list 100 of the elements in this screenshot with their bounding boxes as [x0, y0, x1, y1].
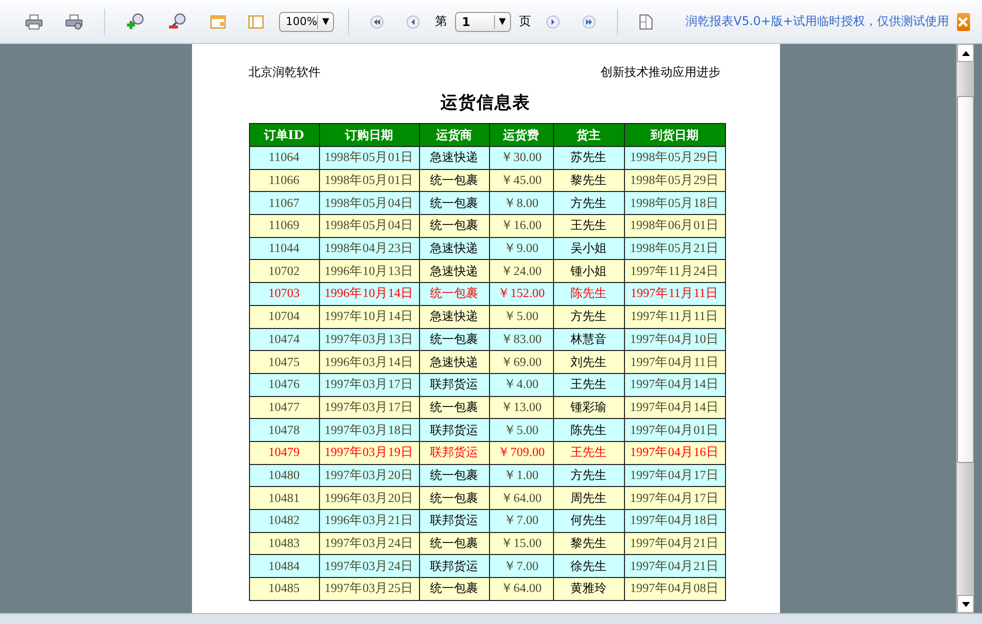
table-cell: 急速快递 [419, 305, 489, 328]
table-cell: 10477 [249, 396, 319, 419]
table-cell: 1997年04月21日 [624, 532, 725, 555]
table-cell: 10702 [249, 260, 319, 283]
table-cell: 10474 [249, 328, 319, 351]
vertical-scrollbar[interactable] [956, 44, 974, 613]
table-cell: ￥16.00 [489, 214, 553, 238]
scroll-thumb[interactable] [957, 96, 974, 463]
table-cell: 黎先生 [553, 532, 624, 555]
table-cell: 1997年04月08日 [624, 578, 725, 600]
table-cell: ￥8.00 [489, 192, 553, 215]
table-cell: 10484 [249, 554, 319, 578]
table-cell: 1998年05月21日 [624, 237, 725, 260]
table-cell: 联邦货运 [419, 441, 489, 464]
table-cell: 1997年03月20日 [319, 464, 419, 487]
table-cell: 11067 [249, 192, 319, 215]
table-cell: 急速快递 [419, 237, 489, 260]
first-page-icon [370, 14, 384, 28]
scroll-down-button[interactable] [957, 595, 974, 613]
table-cell: 1997年04月14日 [624, 373, 725, 396]
table-cell: 1998年05月18日 [624, 192, 725, 215]
license-notice: 润乾报表V5.0+版+试用临时授权，仅供测试使用 [686, 13, 949, 30]
next-page-icon [546, 14, 560, 28]
table-cell: 1997年03月17日 [319, 396, 419, 419]
table-cell: 1997年04月21日 [624, 554, 725, 578]
table-cell: 统一包裹 [419, 532, 489, 555]
table-cell: 10476 [249, 373, 319, 396]
table-cell: 徐先生 [553, 554, 624, 578]
table-cell: ￥13.00 [489, 396, 553, 419]
table-cell: 陈先生 [553, 282, 624, 306]
column-header: 运货费 [489, 124, 553, 146]
table-cell: ￥5.00 [489, 418, 553, 442]
table-cell: 何先生 [553, 510, 624, 532]
table-cell: 黄雅玲 [553, 578, 624, 600]
table-cell: 联邦货运 [419, 554, 489, 578]
page-dropdown[interactable]: 1 ▼ [454, 12, 511, 32]
printer-icon [25, 14, 43, 30]
table-cell: 1998年04月23日 [319, 237, 419, 260]
table-cell: 10481 [249, 486, 319, 510]
table-cell: 联邦货运 [419, 510, 489, 532]
document-icon [638, 14, 652, 30]
table-cell: 1997年11月11日 [624, 305, 725, 328]
table-cell: 统一包裹 [419, 464, 489, 487]
scroll-up-button[interactable] [957, 44, 974, 62]
table-cell: 1997年04月01日 [624, 418, 725, 442]
zoom-in-icon [126, 12, 146, 32]
table-cell: 10480 [249, 464, 319, 487]
table-cell: ￥7.00 [489, 554, 553, 578]
table-cell: 10483 [249, 532, 319, 555]
table-cell: ￥64.00 [489, 578, 553, 600]
table-cell: 10704 [249, 305, 319, 328]
table-cell: ￥24.00 [489, 260, 553, 283]
table-cell: 吴小姐 [553, 237, 624, 260]
table-cell: 急速快递 [419, 350, 489, 374]
table-cell: 1998年05月29日 [624, 146, 725, 170]
table-cell: 1997年04月17日 [624, 486, 725, 510]
table-cell: 陈先生 [553, 418, 624, 442]
table-cell: 1997年03月13日 [319, 328, 419, 351]
table-cell: 统一包裹 [419, 169, 489, 192]
table-cell: 1997年03月24日 [319, 554, 419, 578]
close-button[interactable] [956, 12, 970, 30]
table-cell: 方先生 [553, 305, 624, 328]
table-cell: 1997年04月17日 [624, 464, 725, 487]
page-suffix-label: 页 [518, 13, 531, 30]
up-arrow-icon [962, 50, 970, 56]
table-cell: ￥30.00 [489, 146, 553, 170]
table-cell: 1998年05月04日 [319, 214, 419, 238]
table-cell: 周先生 [553, 486, 624, 510]
column-header: 货主 [553, 124, 624, 146]
table-cell: 苏先生 [553, 146, 624, 170]
table-cell: 1998年05月04日 [319, 192, 419, 215]
table-cell: 1996年03月14日 [319, 350, 419, 374]
column-header: 到货日期 [624, 124, 725, 146]
previous-page-icon [406, 14, 420, 28]
table-cell: ￥7.00 [489, 510, 553, 532]
table-cell: 10482 [249, 510, 319, 532]
table-cell: ￥709.00 [489, 441, 553, 464]
report-title: 运货信息表 [440, 92, 532, 114]
table-cell: ￥15.00 [489, 532, 553, 555]
table-cell: ￥5.00 [489, 305, 553, 328]
table-cell: 统一包裹 [419, 282, 489, 306]
table-cell: 方先生 [553, 192, 624, 215]
printer-gear-icon [65, 14, 83, 30]
table-cell: 刘先生 [553, 350, 624, 374]
table-cell: ￥64.00 [489, 486, 553, 510]
table-cell: 联邦货运 [419, 418, 489, 442]
table-cell: 1997年03月17日 [319, 373, 419, 396]
zoom-dropdown[interactable]: 100% ▼ [278, 12, 334, 32]
table-cell: 1997年04月11日 [624, 350, 725, 374]
table-cell: 10485 [249, 578, 319, 600]
table-cell: 10478 [249, 418, 319, 442]
down-arrow-icon [962, 602, 970, 606]
table-cell: 统一包裹 [419, 192, 489, 215]
table-cell: ￥9.00 [489, 237, 553, 260]
table-cell: 1998年05月01日 [319, 146, 419, 170]
table-cell: 1997年04月16日 [624, 441, 725, 464]
page-icon [248, 14, 264, 30]
table-cell: 王先生 [553, 441, 624, 464]
table-cell: 王先生 [553, 373, 624, 396]
table-cell: 1996年10月14日 [319, 282, 419, 306]
